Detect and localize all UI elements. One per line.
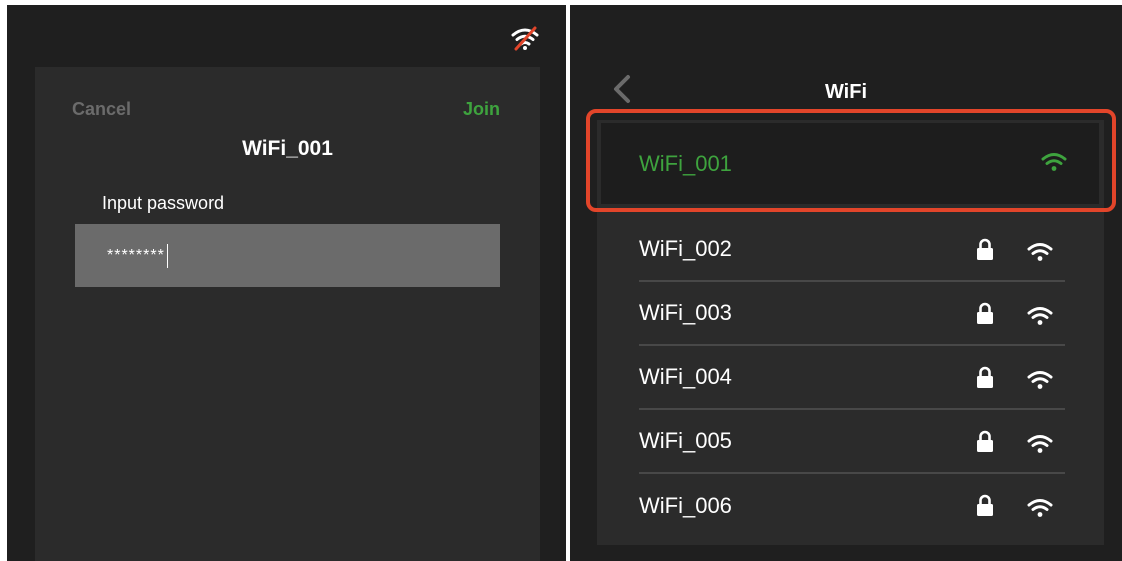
lock-icon — [977, 494, 993, 516]
network-item-wifi-005[interactable]: WiFi_005 — [639, 410, 1065, 474]
network-name: WiFi_005 — [639, 428, 732, 453]
page-title: WiFi — [824, 81, 868, 103]
network-name: WiFi_002 — [639, 236, 732, 261]
password-value: ******** — [107, 246, 165, 264]
password-label: Input password — [102, 193, 225, 213]
wifi-signal-icon — [1027, 499, 1053, 517]
wifi-signal-icon — [1027, 307, 1053, 325]
network-item-wifi-006[interactable]: WiFi_006 — [639, 474, 1065, 538]
password-screen: Cancel Join WiFi_001 Input password ****… — [7, 5, 566, 561]
network-name: WiFi_003 — [639, 300, 732, 325]
network-item-wifi-003[interactable]: WiFi_003 — [639, 282, 1065, 346]
network-name: WiFi_006 — [639, 493, 732, 518]
lock-icon — [977, 366, 993, 388]
network-item-wifi-004[interactable]: WiFi_004 — [639, 346, 1065, 410]
wifi-signal-icon — [1027, 435, 1053, 453]
wifi-disconnected-icon — [511, 26, 539, 51]
text-cursor — [166, 243, 168, 268]
wifi-signal-icon — [1027, 243, 1053, 261]
lock-icon — [977, 430, 993, 452]
cancel-button[interactable]: Cancel — [72, 99, 131, 120]
password-input[interactable]: ******** — [75, 224, 500, 287]
network-name: WiFi_004 — [639, 364, 732, 389]
wifi-signal-icon — [1027, 371, 1053, 389]
lock-icon — [977, 302, 993, 324]
network-item-wifi-002[interactable]: WiFi_002 — [639, 218, 1065, 282]
lock-icon — [977, 238, 993, 260]
dialog-title: WiFi_001 — [242, 137, 333, 160]
selection-highlight — [586, 109, 1116, 212]
join-network-dialog: Cancel Join WiFi_001 Input password ****… — [35, 67, 540, 561]
join-button[interactable]: Join — [463, 99, 500, 120]
wifi-list-screen: WiFi WiFi_001 WiFi_002 WiFi_003 WiFi_004… — [570, 5, 1122, 561]
